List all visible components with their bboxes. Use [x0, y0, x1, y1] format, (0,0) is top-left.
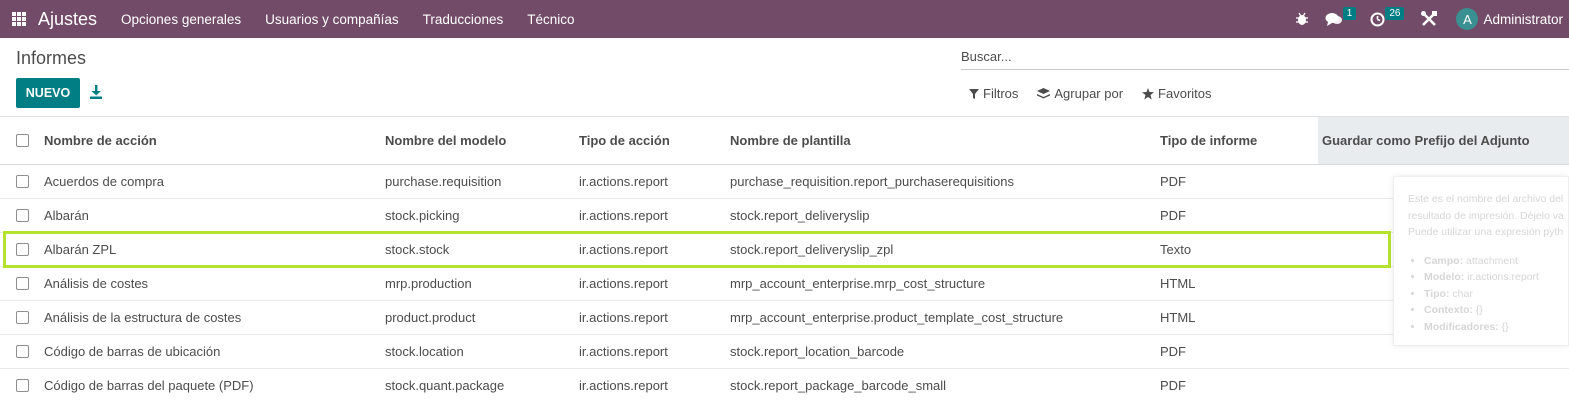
table-row[interactable]: Código de barras de ubicación stock.loca… — [0, 335, 1569, 369]
cell-template-name: purchase_requisition.report_purchaserequ… — [730, 174, 1015, 189]
tooltip-modifiers: Modificadores: {} — [1424, 319, 1568, 336]
cell-action-type: ir.actions.report — [579, 344, 668, 359]
cell-model-name: mrp.production — [385, 276, 472, 291]
cell-action-type: ir.actions.report — [579, 242, 668, 257]
cell-model-name: stock.stock — [385, 242, 450, 257]
header-report-type[interactable]: Tipo de informe — [1160, 133, 1257, 148]
tooltip-help-line-2: resultado de impresión. Déjelo va — [1408, 209, 1564, 222]
cell-action-name: Análisis de costes — [44, 276, 149, 291]
cell-action-name: Albarán ZPL — [44, 242, 117, 257]
cell-action-name: Análisis de la estructura de costes — [44, 310, 242, 325]
filters-button[interactable]: Filtros — [969, 86, 1018, 101]
table-header: Nombre de acción Nombre del modelo Tipo … — [0, 117, 1569, 165]
cell-action-name: Albarán — [44, 208, 89, 223]
cell-report-type: HTML — [1160, 276, 1196, 291]
app-name[interactable]: Ajustes — [38, 9, 97, 30]
cell-report-type: HTML — [1160, 310, 1196, 325]
reports-table: Nombre de acción Nombre del modelo Tipo … — [0, 116, 1569, 402]
activities-badge: 26 — [1385, 6, 1405, 20]
cell-report-type: PDF — [1160, 174, 1186, 189]
avatar[interactable]: A — [1456, 8, 1479, 30]
cell-template-name: mrp_account_enterprise.product_template_… — [730, 310, 1064, 325]
cell-model-name: stock.location — [385, 344, 464, 359]
row-checkbox[interactable] — [16, 311, 29, 324]
table-row[interactable]: Análisis de costes mrp.production ir.act… — [0, 267, 1569, 301]
tooltip-context: Contexto: {} — [1424, 302, 1568, 319]
filter-icon — [969, 88, 979, 99]
menu-technical[interactable]: Técnico — [527, 12, 574, 27]
cell-template-name: stock.report_package_barcode_small — [730, 378, 947, 393]
header-action-name[interactable]: Nombre de acción — [44, 133, 157, 148]
cell-action-type: ir.actions.report — [579, 174, 668, 189]
group-by-label: Agrupar por — [1054, 86, 1124, 101]
filters-label: Filtros — [983, 86, 1019, 101]
header-template-name[interactable]: Nombre de plantilla — [730, 133, 851, 148]
tooltip-field: Campo: attachment — [1424, 253, 1568, 270]
search-bar — [961, 44, 1569, 70]
cell-action-type: ir.actions.report — [579, 310, 668, 325]
layers-icon — [1037, 87, 1051, 98]
tooltip-type: Tipo: char — [1424, 286, 1568, 303]
cell-report-type: PDF — [1160, 378, 1186, 393]
row-checkbox[interactable] — [16, 243, 29, 256]
table-row[interactable]: Acuerdos de compra purchase.requisition … — [0, 165, 1569, 199]
row-checkbox[interactable] — [16, 379, 29, 392]
favorites-button[interactable]: Favoritos — [1142, 86, 1212, 101]
cell-action-type: ir.actions.report — [579, 378, 668, 393]
tools-icon[interactable] — [1420, 10, 1438, 28]
clock-icon[interactable] — [1370, 12, 1385, 27]
cell-report-type: Texto — [1160, 242, 1192, 257]
cell-template-name: stock.report_location_barcode — [730, 344, 905, 359]
bug-icon[interactable] — [1295, 12, 1309, 26]
cell-action-type: ir.actions.report — [579, 208, 668, 223]
field-tooltip: Este es el nombre del archivo del result… — [1393, 176, 1569, 346]
cell-template-name: stock.report_deliveryslip_zpl — [730, 242, 894, 257]
cell-action-type: ir.actions.report — [579, 276, 668, 291]
cell-template-name: mrp_account_enterprise.mrp_cost_structur… — [730, 276, 986, 291]
group-by-button[interactable]: Agrupar por — [1037, 86, 1123, 101]
menu-translations[interactable]: Traducciones — [423, 12, 504, 27]
cell-template-name: stock.report_deliveryslip — [730, 208, 870, 223]
header-action-type[interactable]: Tipo de acción — [579, 133, 670, 148]
menu-users-companies[interactable]: Usuarios y compañías — [265, 12, 399, 27]
tooltip-model: Modelo: ir.actions.report — [1424, 269, 1568, 286]
cell-model-name: stock.quant.package — [385, 378, 505, 393]
cell-model-name: purchase.requisition — [385, 174, 502, 189]
row-checkbox[interactable] — [16, 277, 29, 290]
tooltip-help-line-1: Este es el nombre del archivo del — [1408, 193, 1564, 205]
row-checkbox[interactable] — [16, 175, 29, 188]
menu-general-settings[interactable]: Opciones generales — [121, 12, 241, 27]
cell-report-type: PDF — [1160, 344, 1186, 359]
cell-action-name: Código de barras del paquete (PDF) — [44, 378, 254, 393]
header-attachment-prefix[interactable]: Guardar como Prefijo del Adjunto — [1318, 117, 1569, 164]
table-row[interactable]: Código de barras del paquete (PDF) stock… — [0, 369, 1569, 402]
cell-action-name: Acuerdos de compra — [44, 174, 164, 189]
download-icon[interactable] — [89, 84, 103, 100]
cell-model-name: stock.picking — [385, 208, 460, 223]
star-icon — [1142, 87, 1155, 99]
table-row[interactable]: Análisis de la estructura de costes prod… — [0, 301, 1569, 335]
search-options: Filtros Agrupar por Favoritos — [969, 86, 1231, 101]
row-checkbox[interactable] — [16, 209, 29, 222]
tooltip-help-line-3: Puede utilizar una expresión pyth — [1408, 226, 1564, 238]
tooltip-details: Campo: attachment Modelo: ir.actions.rep… — [1424, 253, 1568, 336]
favorites-label: Favoritos — [1158, 86, 1212, 101]
messages-badge: 1 — [1342, 6, 1357, 20]
row-checkbox[interactable] — [16, 345, 29, 358]
table-row[interactable]: Albarán stock.picking ir.actions.report … — [0, 199, 1569, 233]
header-model-name[interactable]: Nombre del modelo — [385, 133, 506, 148]
search-input[interactable] — [961, 49, 1569, 64]
chat-icon[interactable] — [1325, 12, 1343, 27]
cell-model-name: product.product — [385, 310, 476, 325]
cell-action-name: Código de barras de ubicación — [44, 344, 221, 359]
top-navbar: Ajustes Opciones generales Usuarios y co… — [0, 0, 1569, 38]
new-button[interactable]: NUEVO — [16, 78, 80, 108]
apps-menu-icon[interactable] — [12, 12, 26, 26]
page-title[interactable]: Informes — [16, 48, 86, 69]
table-row[interactable]: Albarán ZPL stock.stock ir.actions.repor… — [0, 233, 1569, 267]
select-all-checkbox[interactable] — [16, 134, 29, 147]
user-name[interactable]: Administrator — [1483, 12, 1563, 27]
cell-report-type: PDF — [1160, 208, 1186, 223]
